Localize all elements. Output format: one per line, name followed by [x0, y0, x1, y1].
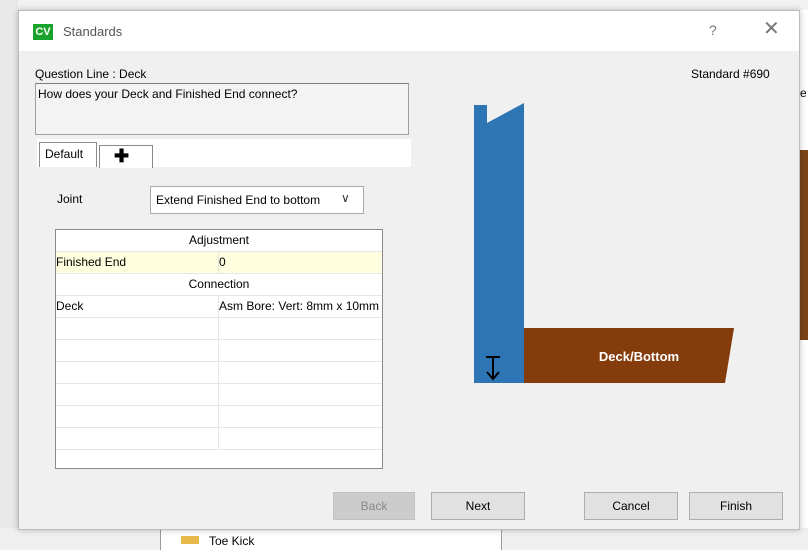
standards-dialog: CV Standards ? ✕ Question Line : Deck St… — [18, 10, 800, 530]
adjustment-header: Adjustment — [56, 230, 382, 252]
joint-dropdown[interactable]: Extend Finished End to bottom ∨ — [150, 186, 364, 214]
table-row[interactable]: Deck Asm Bore: Vert: 8mm x 10mm — [56, 296, 382, 318]
connection-header: Connection — [56, 274, 382, 296]
back-button[interactable]: Back — [333, 492, 415, 520]
question-textbox[interactable]: How does your Deck and Finished End conn… — [35, 83, 409, 135]
cv-app-icon: CV — [33, 24, 53, 40]
tab-default-label: Default — [45, 147, 84, 161]
question-line-label: Question Line : Deck — [35, 67, 147, 81]
joint-diagram: Deck/Bottom — [474, 103, 734, 383]
table-row[interactable]: Finished End 0 — [56, 252, 382, 274]
joint-label: Joint — [57, 192, 83, 206]
empty-row — [56, 318, 382, 340]
empty-row — [56, 406, 382, 428]
title-bar[interactable]: CV Standards ? ✕ — [19, 11, 799, 51]
joint-selected-value: Extend Finished End to bottom — [156, 193, 321, 207]
empty-row — [56, 340, 382, 362]
row-name: Deck — [56, 296, 219, 317]
empty-row — [56, 384, 382, 406]
tab-bar: Default ✚ — [37, 139, 411, 168]
tab-default[interactable]: Default — [39, 142, 97, 167]
next-button[interactable]: Next — [431, 492, 525, 520]
background-right-strip — [800, 150, 808, 340]
deck-label: Deck/Bottom — [599, 349, 679, 364]
add-tab-button[interactable]: ✚ — [99, 145, 153, 168]
dialog-title: Standards — [63, 24, 123, 39]
chevron-down-icon: ∨ — [341, 191, 350, 205]
help-button[interactable]: ? — [709, 22, 717, 38]
background-tree-item[interactable]: Toe Kick — [209, 534, 254, 548]
empty-row — [56, 428, 382, 450]
row-value[interactable]: Asm Bore: Vert: 8mm x 10mm — [219, 296, 382, 317]
background-right-text: e — [800, 86, 807, 100]
row-value[interactable]: 0 — [219, 252, 382, 273]
finish-button[interactable]: Finish — [689, 492, 783, 520]
row-name: Finished End — [56, 252, 219, 273]
background-tree-panel: Toe Kick — [160, 528, 502, 550]
plus-icon: ✚ — [114, 146, 130, 166]
background-top-strip — [0, 0, 808, 10]
folder-icon — [181, 536, 199, 544]
question-text: How does your Deck and Finished End conn… — [38, 87, 298, 101]
close-button[interactable]: ✕ — [763, 19, 780, 39]
background-left-strip — [0, 0, 18, 550]
properties-grid: Adjustment Finished End 0 Connection Dec… — [55, 229, 383, 469]
empty-row — [56, 362, 382, 384]
standard-number: Standard #690 — [691, 67, 770, 81]
cancel-button[interactable]: Cancel — [584, 492, 678, 520]
finished-end-panel — [474, 103, 524, 383]
